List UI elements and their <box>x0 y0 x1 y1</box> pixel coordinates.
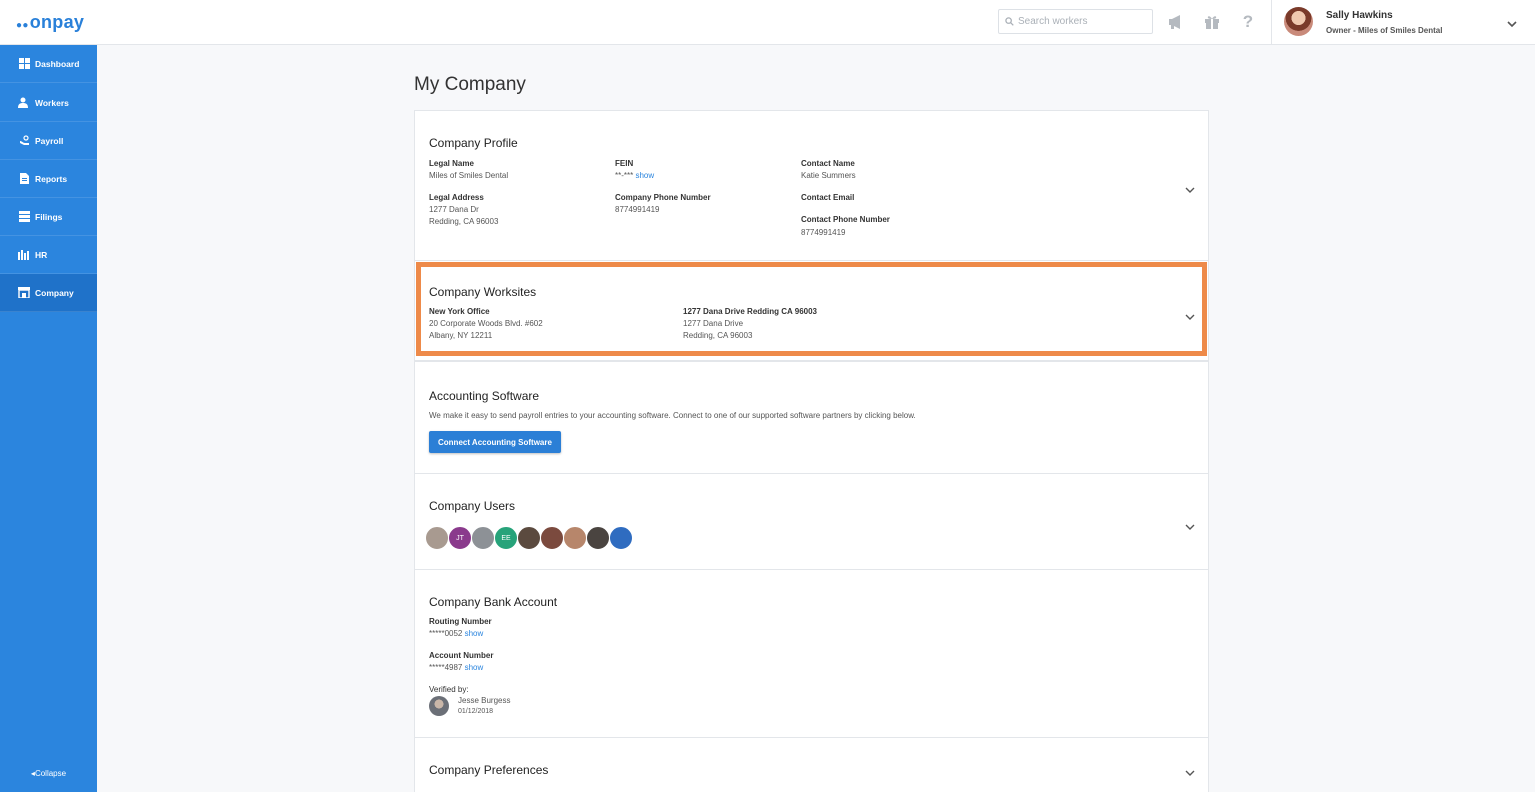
verified-date: 01/12/2018 <box>458 708 494 715</box>
legal-name-label: Legal Name <box>429 159 474 168</box>
routing-number-value: *****0052 show <box>429 629 484 638</box>
section-title: Company Bank Account <box>429 595 558 609</box>
section-title: Accounting Software <box>429 389 540 403</box>
workers-icon <box>18 97 30 109</box>
contact-email-label: Contact Email <box>801 193 855 202</box>
chevron-down-icon[interactable] <box>1185 764 1195 782</box>
contact-name-label: Contact Name <box>801 159 855 168</box>
section-title: Company Users <box>429 499 516 513</box>
filings-icon <box>18 211 30 223</box>
help-icon[interactable]: ? <box>1238 12 1258 32</box>
user-avatar-8[interactable] <box>586 526 610 550</box>
account-show-link[interactable]: show <box>465 663 484 672</box>
user-avatar-5[interactable] <box>517 526 541 550</box>
sidebar-item-label: Workers <box>35 97 69 108</box>
top-bar: ●●onpay ? Sally Hawkins Owner - Miles of… <box>0 0 1535 45</box>
worksite-address-line2: Redding, CA 96003 <box>683 331 753 340</box>
routing-show-link[interactable]: show <box>465 629 484 638</box>
header-divider <box>1271 0 1272 45</box>
accounting-software-section: Accounting Software We make it easy to s… <box>415 361 1208 474</box>
search-input[interactable] <box>1018 16 1138 27</box>
user-role: Owner - Miles of Smiles Dental <box>1326 26 1443 35</box>
user-avatar-3[interactable] <box>471 526 495 550</box>
sidebar-item-reports[interactable]: Reports <box>0 160 97 198</box>
routing-number-label: Routing Number <box>429 617 492 626</box>
sidebar-item-label: Reports <box>35 173 68 184</box>
payroll-icon <box>18 135 30 147</box>
section-title: Company Worksites <box>429 285 537 299</box>
chevron-down-icon[interactable] <box>1185 518 1195 536</box>
sidebar-item-filings[interactable]: Filings <box>0 198 97 236</box>
sidebar-item-label: Payroll <box>35 135 64 146</box>
onpay-logo[interactable]: ●●onpay <box>16 12 84 33</box>
company-card: Company Profile Legal Name Miles of Smil… <box>414 110 1209 792</box>
sidebar-item-label: Dashboard <box>35 58 80 69</box>
account-number-label: Account Number <box>429 651 494 660</box>
accounting-description: We make it easy to send payroll entries … <box>429 411 916 420</box>
sidebar-item-payroll[interactable]: Payroll <box>0 122 97 160</box>
user-avatar-6[interactable] <box>540 526 564 550</box>
sidebar-item-dashboard[interactable]: Dashboard <box>0 45 97 83</box>
user-avatars: JT EE <box>425 526 633 550</box>
user-avatar-4[interactable]: EE <box>494 526 518 550</box>
worksite-address-line1: 20 Corporate Woods Blvd. #602 <box>429 319 543 328</box>
connect-accounting-button[interactable]: Connect Accounting Software <box>429 431 561 453</box>
fein-label: FEIN <box>615 159 634 168</box>
verifier-avatar <box>429 696 449 716</box>
collapse-button[interactable]: ◂Collapse <box>0 769 97 778</box>
section-title: Company Preferences <box>429 763 549 777</box>
sidebar-item-workers[interactable]: Workers <box>0 84 97 122</box>
company-bank-account-section: Company Bank Account Routing Number ****… <box>415 570 1208 738</box>
account-number-value: *****4987 show <box>429 663 484 672</box>
contact-name-value: Katie Summers <box>801 171 856 180</box>
fein-show-link[interactable]: show <box>635 171 654 180</box>
legal-address-line2: Redding, CA 96003 <box>429 217 499 226</box>
company-preferences-section[interactable]: Company Preferences <box>415 738 1208 792</box>
company-profile-section[interactable]: Company Profile Legal Name Miles of Smil… <box>415 111 1208 261</box>
worksite-name: 1277 Dana Drive Redding CA 96003 <box>683 307 817 316</box>
phone-label: Company Phone Number <box>615 193 711 202</box>
section-title: Company Profile <box>429 136 518 150</box>
contact-phone-value: 8774991419 <box>801 228 846 237</box>
user-avatar-2[interactable]: JT <box>448 526 472 550</box>
worksite-address-line1: 1277 Dana Drive <box>683 319 744 328</box>
contact-phone-label: Contact Phone Number <box>801 215 890 224</box>
sidebar: Dashboard Workers Payroll Reports Filing… <box>0 45 97 792</box>
gift-icon[interactable] <box>1202 12 1222 32</box>
page-title: My Company <box>414 74 526 95</box>
legal-address-line1: 1277 Dana Dr <box>429 205 479 214</box>
legal-address-label: Legal Address <box>429 193 484 202</box>
sidebar-item-company[interactable]: Company <box>0 274 97 312</box>
chevron-down-icon[interactable] <box>1506 15 1518 33</box>
company-icon <box>18 287 30 299</box>
search-box[interactable] <box>998 9 1153 34</box>
user-name: Sally Hawkins <box>1326 10 1393 21</box>
user-avatar-9[interactable] <box>609 526 633 550</box>
company-worksites-section[interactable]: Company Worksites New York Office 20 Cor… <box>415 261 1208 361</box>
search-icon <box>1005 17 1014 26</box>
phone-value: 8774991419 <box>615 205 660 214</box>
megaphone-icon[interactable] <box>1166 12 1186 32</box>
reports-icon <box>18 173 30 185</box>
legal-name-value: Miles of Smiles Dental <box>429 171 509 180</box>
worksite-name: New York Office <box>429 307 490 316</box>
hr-icon <box>18 249 30 261</box>
sidebar-item-label: Filings <box>35 211 63 222</box>
sidebar-item-hr[interactable]: HR <box>0 236 97 274</box>
chevron-down-icon[interactable] <box>1185 181 1195 199</box>
worksite-address-line2: Albany, NY 12211 <box>429 331 493 340</box>
chevron-down-icon[interactable] <box>1185 308 1195 326</box>
sidebar-item-label: HR <box>35 249 48 260</box>
user-avatar-1[interactable] <box>425 526 449 550</box>
sidebar-item-label: Company <box>35 287 74 298</box>
fein-value: **-*** show <box>615 171 655 180</box>
company-users-section[interactable]: Company Users JT EE <box>415 474 1208 570</box>
dashboard-icon <box>18 58 30 70</box>
user-avatar[interactable] <box>1284 7 1313 36</box>
user-avatar-7[interactable] <box>563 526 587 550</box>
